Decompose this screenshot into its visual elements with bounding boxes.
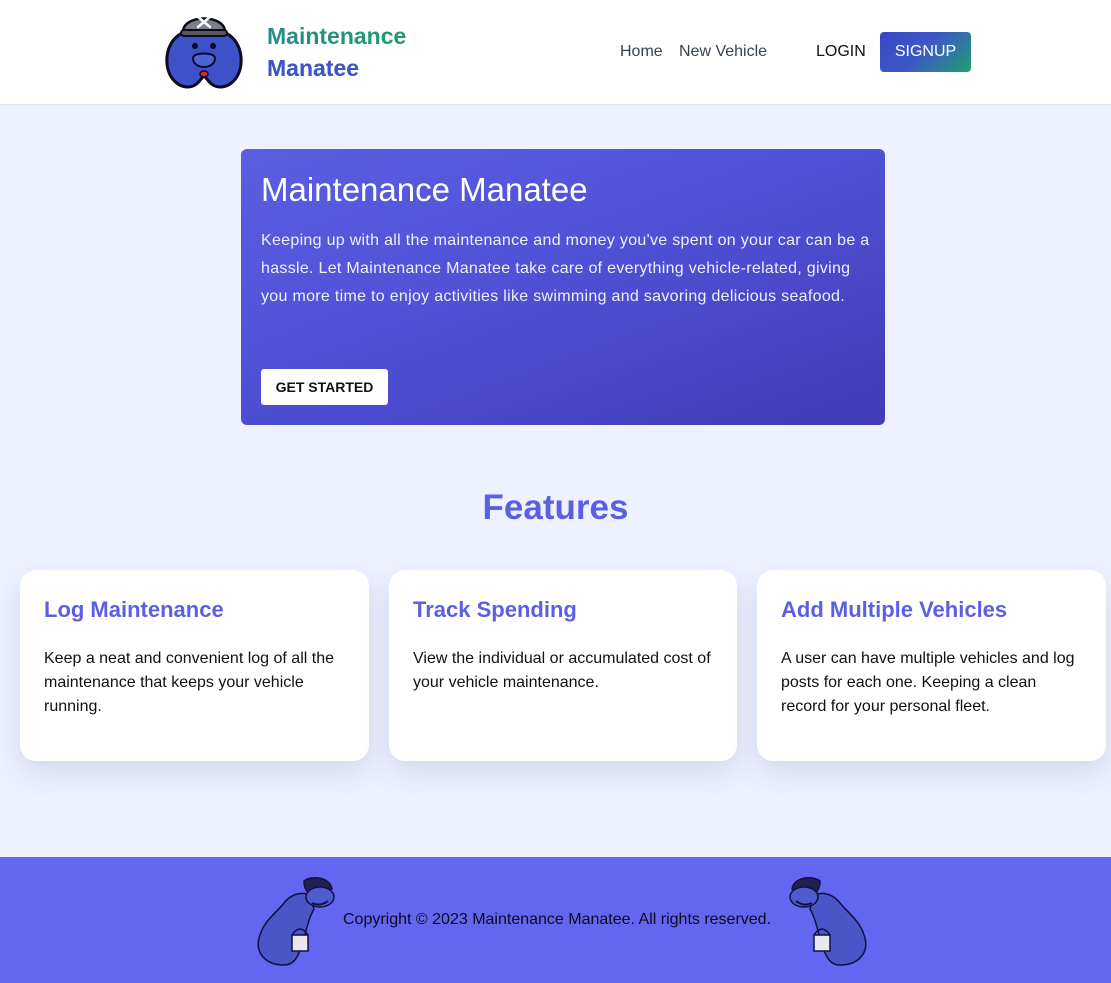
- copyright-text: Copyright © 2023 Maintenance Manatee. Al…: [343, 911, 772, 928]
- manatee-logo-icon[interactable]: [163, 8, 245, 94]
- feature-card-multiple-vehicles: Add Multiple Vehicles A user can have mu…: [757, 570, 1106, 761]
- hero-description: Keeping up with all the maintenance and …: [261, 232, 870, 305]
- feature-card-track-spending: Track Spending View the individual or ac…: [389, 570, 737, 761]
- hero-banner: Maintenance Manatee Keeping up with all …: [241, 149, 885, 425]
- feature-card-title: Log Maintenance: [44, 597, 224, 622]
- site-header: Maintenance Manatee Home New Vehicle LOG…: [0, 0, 1111, 105]
- nav-link-new-vehicle[interactable]: New Vehicle: [679, 43, 767, 61]
- brand-line-1: Maintenance: [267, 23, 407, 49]
- nav-link-home[interactable]: Home: [620, 43, 663, 61]
- site-footer: Copyright © 2023 Maintenance Manatee. Al…: [0, 857, 1111, 983]
- features-heading: Features: [482, 488, 629, 527]
- brand-line-2: Manatee: [267, 52, 467, 84]
- feature-card-text: View the individual or accumulated cost …: [413, 650, 711, 691]
- manatee-mascot-icon: [789, 876, 867, 966]
- manatee-mascot-icon: [257, 876, 335, 966]
- hero-title: Maintenance Manatee: [261, 171, 588, 208]
- feature-card-title: Track Spending: [413, 597, 577, 622]
- feature-card-text: A user can have multiple vehicles and lo…: [781, 650, 1075, 715]
- brand-title[interactable]: Maintenance Manatee: [267, 20, 467, 84]
- feature-card-title: Add Multiple Vehicles: [781, 597, 1008, 622]
- feature-card-log-maintenance: Log Maintenance Keep a neat and convenie…: [20, 570, 369, 761]
- signup-button[interactable]: SIGNUP: [880, 32, 971, 72]
- feature-card-text: Keep a neat and convenient log of all th…: [44, 650, 334, 715]
- get-started-button[interactable]: GET STARTED: [261, 369, 388, 405]
- login-button[interactable]: LOGIN: [816, 43, 866, 61]
